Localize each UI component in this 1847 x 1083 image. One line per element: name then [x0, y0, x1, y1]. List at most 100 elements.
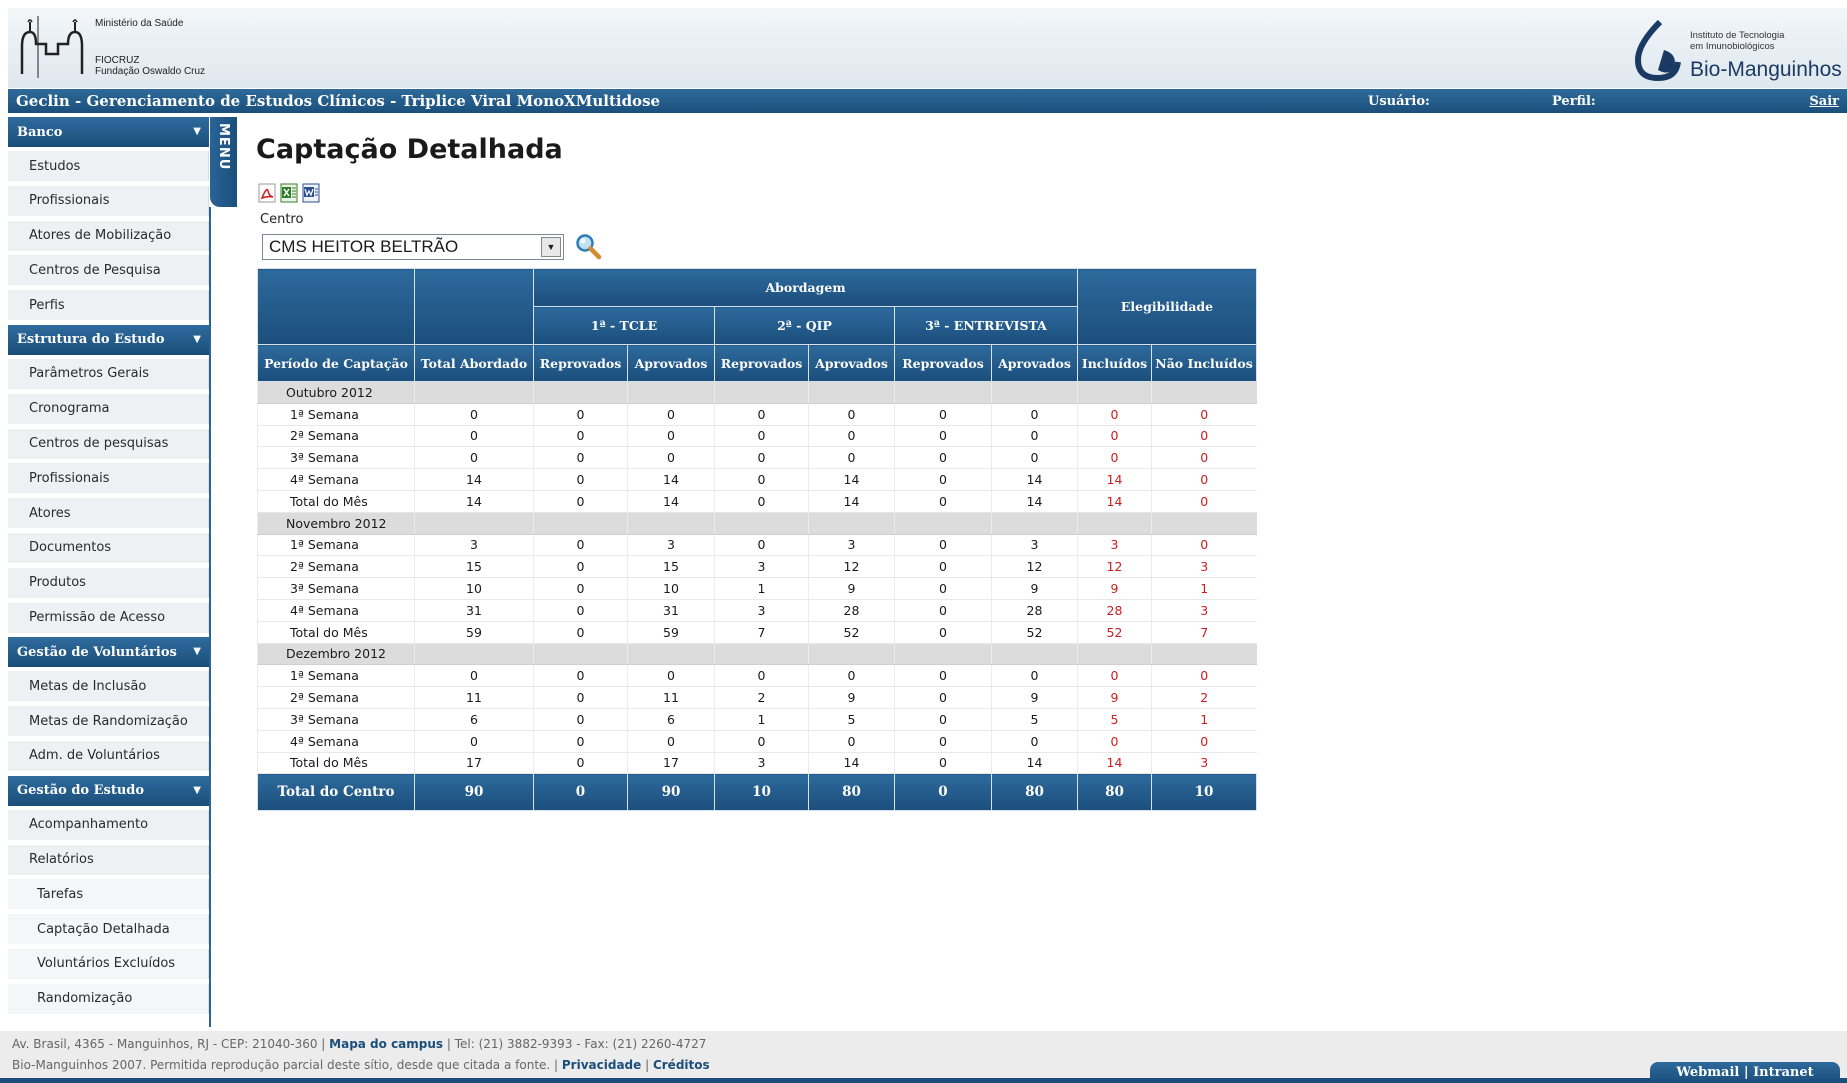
- period-label: 2ª Semana: [257, 555, 415, 579]
- table-cell: 0: [1151, 664, 1257, 688]
- sidebar-item[interactable]: Permissão de Acesso: [8, 602, 209, 633]
- table-cell: 14: [1077, 752, 1152, 775]
- month-row-cell: [1151, 381, 1257, 404]
- institute-name: Bio-Manguinhos: [1690, 58, 1842, 81]
- sidebar-item[interactable]: Metas de Inclusão: [8, 671, 209, 702]
- table-cell: 0: [808, 403, 895, 426]
- sidebar-section-header[interactable]: Banco ▼: [8, 117, 209, 147]
- table-cell: 31: [414, 599, 534, 622]
- sidebar-subitem[interactable]: Randomização: [8, 983, 209, 1014]
- month-row-cell: [414, 381, 534, 404]
- sidebar-item[interactable]: Estudos: [8, 151, 209, 181]
- footer-bottom-bar: [0, 1078, 1847, 1083]
- table-cell: 0: [414, 664, 534, 688]
- month-row: Outubro 2012: [257, 381, 1257, 404]
- sidebar-item[interactable]: Relatórios: [8, 844, 209, 875]
- sidebar-subitem[interactable]: Voluntários Excluídos: [8, 948, 209, 979]
- sidebar-item[interactable]: Atores: [8, 498, 209, 529]
- centro-select[interactable]: CMS HEITOR BELTRÃO ▼: [262, 234, 564, 260]
- sidebar-item[interactable]: Cronograma: [8, 393, 209, 424]
- sidebar-section-header[interactable]: Gestão do Estudo ▼: [8, 775, 209, 806]
- credits-link[interactable]: Créditos: [653, 1058, 710, 1072]
- period-label: 2ª Semana: [257, 686, 415, 709]
- month-row-cell: [991, 512, 1078, 535]
- table-cell: 7: [714, 621, 809, 644]
- table-cell: 0: [714, 730, 809, 753]
- table-cell: 14: [627, 490, 715, 513]
- table-cell: 2: [714, 686, 809, 709]
- column-header: Aprovados: [627, 344, 715, 382]
- month-row-cell: [808, 643, 895, 666]
- table-cell: 0: [1151, 730, 1257, 753]
- table-cell: 0: [714, 490, 809, 513]
- sidebar-item[interactable]: Centros de Pesquisa: [8, 255, 209, 286]
- column-header: Período de Captação: [257, 344, 415, 382]
- webmail-intranet-links[interactable]: Webmail | Intranet: [1650, 1062, 1840, 1083]
- table-cell: 0: [533, 490, 628, 513]
- header-blank: [257, 268, 415, 345]
- table-cell: 0: [991, 425, 1078, 448]
- menu-toggle-tab[interactable]: MENU: [210, 117, 237, 207]
- institute-line1: Instituto de Tecnologia: [1690, 30, 1785, 41]
- sidebar-item[interactable]: Acompanhamento: [8, 809, 209, 840]
- table-cell: 0: [533, 555, 628, 579]
- header-elegibilidade: Elegibilidade: [1077, 268, 1257, 345]
- footer-copyright: Bio-Manguinhos 2007. Permitida reproduçã…: [12, 1058, 710, 1072]
- table-cell: 0: [894, 446, 992, 470]
- table-cell: 0: [714, 446, 809, 470]
- centro-select-value: CMS HEITOR BELTRÃO: [269, 237, 459, 256]
- total-centro-cell: 10: [714, 773, 809, 812]
- profile-label: Perfil:: [1552, 94, 1596, 109]
- sidebar-item[interactable]: Perfis: [8, 290, 209, 321]
- sidebar-item[interactable]: Centros de pesquisas: [8, 428, 209, 459]
- table-cell: 0: [1151, 490, 1257, 513]
- table-cell: 0: [714, 468, 809, 491]
- sidebar-item[interactable]: Parâmetros Gerais: [8, 358, 209, 389]
- column-header-row: Período de Captação Total Abordado Reprova…: [257, 344, 1257, 382]
- table-row: 3ª Semana 6 0 6 1 5 0 5 5 1: [257, 708, 1257, 731]
- month-row-cell: [627, 512, 715, 535]
- month-row: Novembro 2012: [257, 512, 1257, 535]
- campus-map-link[interactable]: Mapa do campus: [329, 1037, 443, 1051]
- sidebar-item[interactable]: Documentos: [8, 532, 209, 563]
- table-cell: 0: [1151, 468, 1257, 491]
- table-cell: 1: [714, 577, 809, 600]
- sidebar-item[interactable]: Profissionais: [8, 185, 209, 216]
- table-cell: 1: [1151, 708, 1257, 731]
- month-row-cell: [414, 512, 534, 535]
- total-centro-cell: 80: [991, 773, 1078, 812]
- table-row: 4ª Semana 31 0 31 3 28 0 28 28 3: [257, 599, 1257, 622]
- pdf-icon[interactable]: [258, 183, 276, 203]
- table-row: Total do Mês 17 0 17 3 14 0 14 14 3: [257, 752, 1257, 775]
- sidebar-subitem[interactable]: Tarefas: [8, 879, 209, 910]
- table-cell: 0: [533, 686, 628, 709]
- table-cell: 6: [627, 708, 715, 731]
- dropdown-arrow-icon[interactable]: ▼: [541, 237, 561, 257]
- table-cell: 3: [1151, 555, 1257, 579]
- period-label: 4ª Semana: [257, 468, 415, 491]
- sidebar-item[interactable]: Metas de Randomização: [8, 706, 209, 737]
- table-row: 4ª Semana 0 0 0 0 0 0 0 0 0: [257, 730, 1257, 753]
- table-cell: 0: [627, 425, 715, 448]
- sidebar-item[interactable]: Produtos: [8, 567, 209, 598]
- table-cell: 3: [714, 555, 809, 579]
- word-icon[interactable]: [302, 183, 320, 203]
- sidebar-section-header[interactable]: Gestão de Voluntários ▼: [8, 637, 209, 668]
- excel-icon[interactable]: [280, 183, 298, 203]
- table-cell: 0: [533, 425, 628, 448]
- logout-link[interactable]: Sair: [1809, 94, 1839, 109]
- privacy-link[interactable]: Privacidade: [562, 1058, 641, 1072]
- sidebar-subitem[interactable]: Captação Detalhada: [8, 914, 209, 945]
- search-icon[interactable]: [574, 232, 602, 260]
- sidebar-item[interactable]: Adm. de Voluntários: [8, 740, 209, 771]
- table-cell: 14: [991, 490, 1078, 513]
- sidebar-item[interactable]: Atores de Mobilização: [8, 220, 209, 251]
- table-cell: 28: [1077, 599, 1152, 622]
- copyright-text: Bio-Manguinhos 2007. Permitida reproduçã…: [12, 1058, 562, 1072]
- table-cell: 52: [991, 621, 1078, 644]
- table-cell: 14: [414, 468, 534, 491]
- sidebar-item[interactable]: Profissionais: [8, 463, 209, 494]
- sidebar-section-header[interactable]: Estrutura do Estudo ▼: [8, 324, 209, 355]
- period-label: 1ª Semana: [257, 403, 415, 426]
- month-row-cell: [627, 381, 715, 404]
